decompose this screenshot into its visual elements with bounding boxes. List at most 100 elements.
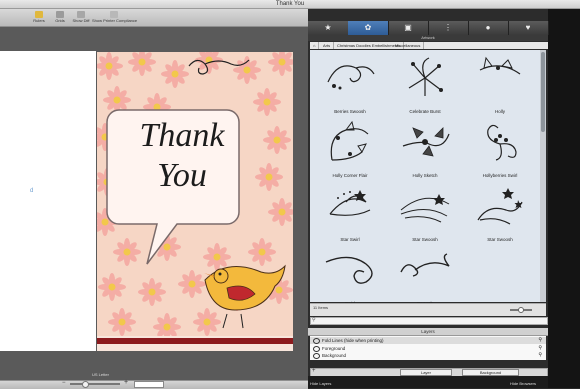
art-item[interactable]: Swoosh [390,244,460,306]
card-title: Thank You [127,116,237,196]
layers-header: Layers [308,328,548,336]
tab-artwork[interactable]: ✿ [348,21,389,35]
holly-thumbnail [479,56,521,75]
art-item[interactable]: Berries Swoosh [315,52,385,114]
layer-row[interactable]: Foreground ⚲ [310,345,546,352]
star-swoosh-2-thumbnail [477,188,523,225]
layer-label: Fold Lines (hide when printing) [322,338,384,343]
tab-text[interactable]: ⋮ [428,21,469,35]
star-swoosh-thumbnail [400,194,450,223]
art-item[interactable]: Hollyberries Swirl [465,116,535,178]
rulers-label: Rulers [33,18,45,23]
person-icon: ● [485,23,491,32]
art-item[interactable]: Swirl [315,244,385,306]
art-item[interactable]: Holly Corner Flair [315,116,385,178]
printer-compliance-button[interactable]: Show Printer Compliance [92,11,138,26]
tab-favorites[interactable]: ★ [308,21,349,35]
eye-icon[interactable] [313,338,320,344]
swoosh-thumbnail [400,253,450,277]
items-count: 11 Items [313,305,329,310]
card-bottom-band [97,336,293,351]
magnify-icon[interactable]: ⚲ [538,352,542,359]
art-item[interactable]: Celebrate Burst [390,52,460,114]
printer-icon [110,11,118,18]
tab-photos[interactable]: ▣ [388,21,429,35]
grids-label: Grids [55,18,65,23]
ribbon-band [97,338,293,344]
card-title-line1: Thank [139,117,225,154]
art-item[interactable]: Holly Sketch [390,116,460,178]
art-item-caption: Star Swoosh [412,237,438,242]
art-icon: ✿ [364,23,372,32]
zoom-in-icon[interactable]: + [124,379,128,386]
breadcrumb: ⌂ Arts Christmas Doodles Embellishments … [310,42,548,49]
art-item-caption: Hollyberries Swirl [482,173,518,178]
page-margin [0,51,96,351]
breadcrumb-miscellaneous[interactable]: Miscellaneous [392,42,425,49]
art-item-caption: Star Swirl [340,237,360,242]
toolbar: Rulers Grids Show Diff Show Printer Comp… [0,9,308,27]
breadcrumb-arts[interactable]: Arts [320,42,335,49]
text-icon: ⋮ [444,23,452,32]
window-title: Thank You [275,1,305,7]
art-item[interactable]: Star Swoosh [465,180,535,242]
grids-button[interactable]: Grids [50,11,70,26]
paper-size-label: US Letter [92,372,109,377]
ruler-icon [35,11,43,18]
art-item-caption: Star Swoosh [487,237,513,242]
zoom-out-icon[interactable]: − [62,380,66,386]
art-item[interactable]: Holly [465,52,535,114]
rulers-button[interactable]: Rulers [29,11,49,26]
layer-select[interactable]: Layer [400,369,452,376]
magnify-icon[interactable]: ⚲ [538,345,542,352]
art-item[interactable]: Star Swoosh [390,180,460,242]
window-edge [548,9,580,388]
art-item-caption: Berries Swoosh [334,109,366,114]
layer-row[interactable]: Background ⚲ [310,352,546,359]
hide-layers-button[interactable]: Hide Layers [310,381,331,386]
breadcrumb-home[interactable]: ⌂ [310,42,320,49]
layer-label: Foreground [322,346,346,351]
hollyberries-swirl-thumbnail [487,124,517,161]
photo-icon: ▣ [404,23,412,32]
zoom-slider[interactable] [70,383,120,385]
background-select[interactable]: Background [462,369,519,376]
card-title-line2: You [157,157,207,194]
show-diff-button[interactable]: Show Diff [71,11,91,26]
search-input[interactable] [310,317,548,325]
inspector-tabs: ★ ✿ ▣ ⋮ ● ♥ [308,21,549,36]
star-swirl-thumbnail [329,190,371,216]
art-item-caption: Holly Corner Flair [332,173,368,178]
artwork-scrollbar-thumb[interactable] [541,52,545,132]
card-design[interactable]: Thank You [97,52,293,336]
thumbnail-size-knob[interactable] [518,307,524,313]
printer-compliance-label: Show Printer Compliance [92,18,138,23]
swirl-thumbnail [325,256,373,284]
holly-sketch-thumbnail [402,127,450,157]
magnify-icon[interactable]: ⚲ [538,337,542,344]
layer-label: Background [322,353,347,358]
art-item-caption: Celebrate Burst [409,109,441,114]
zoom-field[interactable] [134,381,164,388]
layers-list: Fold Lines (hide when printing) ⚲ Foregr… [310,336,546,360]
heart-icon: ♥ [525,23,531,32]
star-icon: ★ [324,23,332,32]
art-item-caption: Holly Sketch [412,173,438,178]
tab-favorites-heart[interactable]: ♥ [508,21,549,35]
art-item-caption: Holly [494,109,505,114]
tab-people[interactable]: ● [468,21,509,35]
eye-icon[interactable] [313,353,320,359]
celebrate-burst-thumbnail [408,57,443,96]
diff-icon [77,11,85,18]
section-title: Artwork [308,35,548,41]
add-layer-button[interactable]: + [312,368,316,374]
art-item[interactable]: Star Swirl [315,180,385,242]
artwork-grid: Berries Swoosh Celebrate Burst Holly Hol… [310,50,540,306]
layer-row[interactable]: Fold Lines (hide when printing) ⚲ [310,337,546,344]
hide-browsers-button[interactable]: Hide Browsers [510,381,536,386]
search-icon: ⚲ [312,317,316,323]
page-marker: d [30,188,34,194]
zoom-slider-knob[interactable] [82,381,89,388]
berries-swoosh-thumbnail [327,65,375,90]
show-diff-label: Show Diff [72,18,90,23]
